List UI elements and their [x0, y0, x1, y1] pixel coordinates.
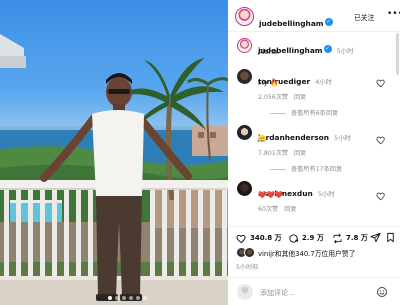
post-side-panel: judebellingham✓ 已关注 ••• judebellingham✓ … — [228, 0, 400, 305]
comment-button[interactable]: 2.9 万 — [288, 232, 324, 244]
following-button[interactable]: 已关注 — [354, 12, 374, 22]
add-comment-input[interactable] — [260, 287, 370, 299]
comment-likes[interactable]: 7,801次赞 — [258, 150, 288, 157]
comment-likes[interactable]: 2,056次赞 — [258, 94, 288, 101]
comment-time: 5小时 — [317, 190, 335, 198]
post-header: judebellingham✓ 已关注 ••• — [228, 0, 400, 32]
verified-badge-icon: ✓ — [323, 44, 332, 53]
comment-avatar[interactable] — [237, 125, 252, 140]
bookmark-icon[interactable] — [385, 232, 396, 243]
caption-time: 5小时 — [336, 47, 354, 55]
comment-likes[interactable]: 60次赞 — [258, 206, 278, 213]
view-replies-link[interactable]: 查看所有17条回复 — [270, 164, 342, 173]
verified-badge-icon: ✓ — [324, 17, 333, 26]
like-comment-heart-icon[interactable] — [376, 191, 386, 201]
post-date[interactable]: 5小时前 — [236, 262, 259, 271]
comment-count: 2.9 万 — [302, 234, 324, 242]
comment-avatar[interactable] — [237, 69, 252, 84]
emoji-icon[interactable] — [376, 286, 388, 298]
comment-text: Fly 🔥 — [258, 79, 279, 87]
current-user-avatar — [237, 284, 253, 300]
caption-avatar[interactable] — [237, 38, 252, 53]
heart-icon — [236, 234, 246, 243]
share-count: 7.8 万 — [346, 234, 368, 242]
photo-scene — [0, 34, 228, 305]
comment-avatar[interactable] — [237, 181, 252, 196]
comment-text: 🫡 — [258, 135, 267, 143]
like-button[interactable]: 340.8 万 — [236, 232, 282, 244]
more-icon[interactable]: ••• — [387, 9, 400, 19]
comment-username[interactable]: jordanhenderson — [258, 133, 329, 142]
liker-avatar — [244, 247, 255, 258]
author-username[interactable]: judebellingham — [259, 19, 324, 28]
caption-text: Aloha. — [258, 48, 280, 56]
reply-button[interactable]: 回复 — [294, 150, 306, 157]
comment-text: ❤️❤️❤️ — [258, 191, 284, 199]
carousel-dots — [108, 296, 147, 300]
post-photo[interactable] — [0, 0, 228, 305]
repost-icon — [333, 233, 342, 243]
liked-by-text: vinijr和其他340.7万位用户赞了 — [258, 250, 356, 258]
like-count: 340.8 万 — [250, 234, 282, 242]
comment-bubble-icon — [289, 233, 299, 243]
send-icon[interactable] — [370, 232, 381, 243]
view-replies-link[interactable]: 查看所有6条回复 — [270, 108, 338, 117]
comment-time: 4小时 — [315, 78, 333, 86]
reply-button[interactable]: 回复 — [294, 94, 306, 101]
post-action-bar: 340.8 万 2.9 万 7.8 万 — [228, 226, 400, 246]
comments-list: judebellingham ✓ 5小时 Aloha. toniruediger … — [228, 33, 400, 225]
share-button[interactable]: 7.8 万 — [332, 232, 368, 244]
like-comment-heart-icon[interactable] — [376, 78, 386, 88]
liked-by-row[interactable]: vinijr和其他340.7万位用户赞了 — [228, 246, 400, 259]
like-comment-heart-icon[interactable] — [376, 135, 386, 145]
add-comment-bar — [228, 277, 400, 305]
author-avatar[interactable] — [235, 7, 254, 26]
comment-time: 5小时 — [334, 134, 351, 142]
reply-button[interactable]: 回复 — [284, 206, 296, 213]
